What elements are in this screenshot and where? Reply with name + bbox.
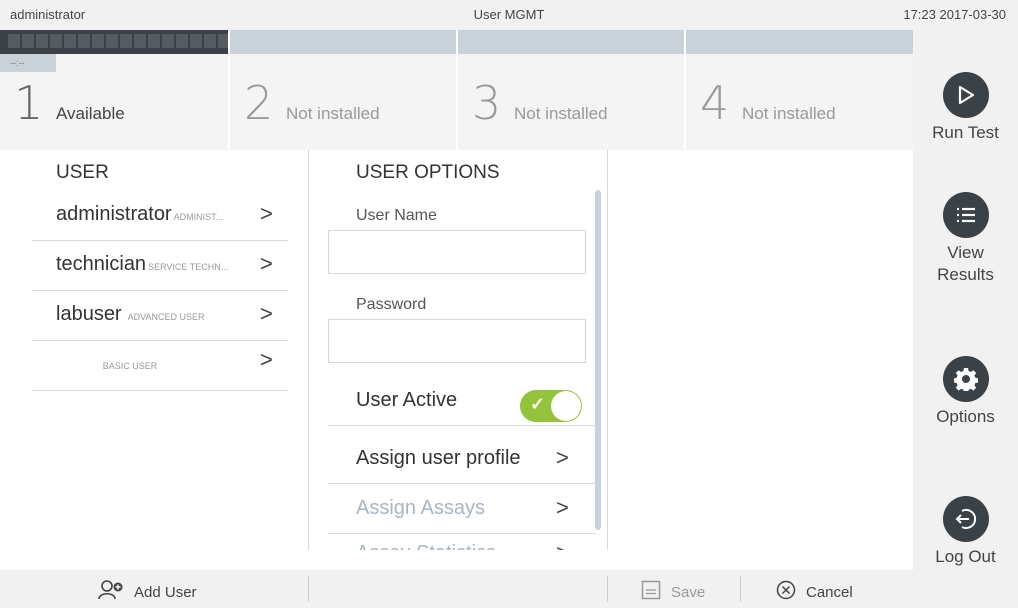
password-label: Password	[356, 296, 427, 313]
view-label: View	[947, 243, 984, 262]
module-tabs: --:-- 1 Available 2 Not installed 3 Not …	[0, 30, 913, 150]
run-test-button[interactable]: Run Test	[913, 72, 1018, 144]
add-user-button[interactable]: Add User	[98, 580, 197, 605]
check-icon: ✓	[530, 394, 546, 414]
assay-statistics-label: Assay Statistics	[356, 542, 496, 550]
module-timer-badge: --:--	[0, 54, 56, 72]
module-number: 1	[14, 76, 44, 130]
user-options-title: USER OPTIONS	[356, 162, 500, 183]
module-number: 3	[472, 76, 502, 130]
options-label: Options	[936, 407, 995, 426]
module-tab-1[interactable]: --:-- 1 Available	[0, 30, 230, 150]
user-row-labuser[interactable]: labuser ADVANCED USER >	[32, 291, 288, 341]
top-bar: administrator User MGMT 17:23 2017-03-30	[0, 0, 1018, 30]
chevron-right-icon: >	[260, 347, 273, 372]
log-out-label: Log Out	[935, 547, 996, 566]
module-status-strip	[230, 30, 456, 54]
bottom-separator	[607, 576, 608, 602]
user-row-technician[interactable]: technician SERVICE TECHN... >	[32, 241, 288, 291]
module-number: 4	[700, 76, 730, 130]
module-status-strip	[0, 30, 228, 54]
assign-user-profile-item[interactable]: Assign user profile >	[328, 434, 596, 484]
right-sidebar: Run Test View Results Options Log Out	[913, 30, 1018, 608]
user-active-row: User Active ✓	[328, 376, 596, 426]
user-name-field[interactable]	[328, 230, 586, 274]
cancel-button[interactable]: Cancel	[776, 580, 853, 605]
module-status: Not installed	[514, 104, 608, 123]
chevron-right-icon: >	[260, 201, 273, 226]
user-name: labuser	[56, 303, 122, 325]
module-tab-2[interactable]: 2 Not installed	[230, 30, 458, 150]
assign-assays-item[interactable]: Assign Assays >	[328, 484, 596, 534]
assign-assays-label: Assign Assays	[356, 497, 485, 519]
bottom-separator	[308, 576, 309, 602]
save-button[interactable]: Save	[641, 580, 705, 605]
add-user-label: Add User	[134, 584, 197, 601]
module-status-strip	[458, 30, 684, 54]
cancel-label: Cancel	[806, 584, 853, 601]
chevron-right-icon: >	[556, 445, 569, 470]
datetime: 17:23 2017-03-30	[903, 7, 1006, 22]
user-name: administrator	[56, 203, 172, 225]
cancel-icon	[776, 580, 796, 605]
results-label: Results	[937, 265, 994, 284]
log-out-icon	[942, 496, 989, 542]
module-number: 2	[244, 76, 274, 130]
list-icon	[942, 192, 989, 238]
password-field[interactable]	[328, 319, 586, 363]
scrollbar[interactable]	[595, 190, 601, 530]
user-role: ADMINIST...	[173, 212, 224, 222]
user-name: technician	[56, 253, 147, 275]
module-status: Available	[56, 104, 125, 123]
add-user-icon	[98, 580, 124, 605]
options-button[interactable]: Options	[913, 356, 1018, 428]
bottom-bar: Add User Save Cancel	[0, 570, 913, 608]
user-row-basic[interactable]: BASIC USER >	[32, 341, 288, 391]
save-icon	[641, 580, 661, 605]
assign-user-profile-label: Assign user profile	[356, 447, 521, 469]
module-status: Not installed	[286, 104, 380, 123]
chevron-right-icon: >	[260, 251, 273, 276]
user-options-panel: USER OPTIONS User Name Password User Act…	[308, 150, 608, 550]
screen-title: User MGMT	[473, 7, 545, 22]
bottom-separator	[740, 576, 741, 602]
chevron-right-icon: >	[556, 540, 569, 550]
module-tab-3[interactable]: 3 Not installed	[458, 30, 686, 150]
user-role: ADVANCED USER	[127, 312, 205, 322]
user-name-label: User Name	[356, 207, 437, 224]
run-test-label: Run Test	[932, 123, 999, 142]
chevron-right-icon: >	[556, 495, 569, 520]
user-row-administrator[interactable]: administrator ADMINIST... >	[32, 191, 288, 241]
module-tab-4[interactable]: 4 Not installed	[686, 30, 913, 150]
user-active-label: User Active	[356, 389, 458, 411]
module-status-strip	[686, 30, 913, 54]
assay-statistics-item[interactable]: Assay Statistics >	[328, 534, 596, 550]
chevron-right-icon: >	[260, 301, 273, 326]
user-role: BASIC USER	[102, 361, 158, 371]
user-role: SERVICE TECHN...	[148, 262, 229, 272]
user-active-toggle[interactable]: ✓	[520, 390, 582, 422]
save-label: Save	[671, 584, 706, 601]
user-list-title: USER	[56, 162, 109, 183]
view-results-button[interactable]: View Results	[913, 192, 1018, 286]
play-icon	[942, 72, 989, 118]
log-out-button[interactable]: Log Out	[913, 496, 1018, 568]
gear-icon	[942, 356, 989, 402]
module-status: Not installed	[742, 104, 836, 123]
